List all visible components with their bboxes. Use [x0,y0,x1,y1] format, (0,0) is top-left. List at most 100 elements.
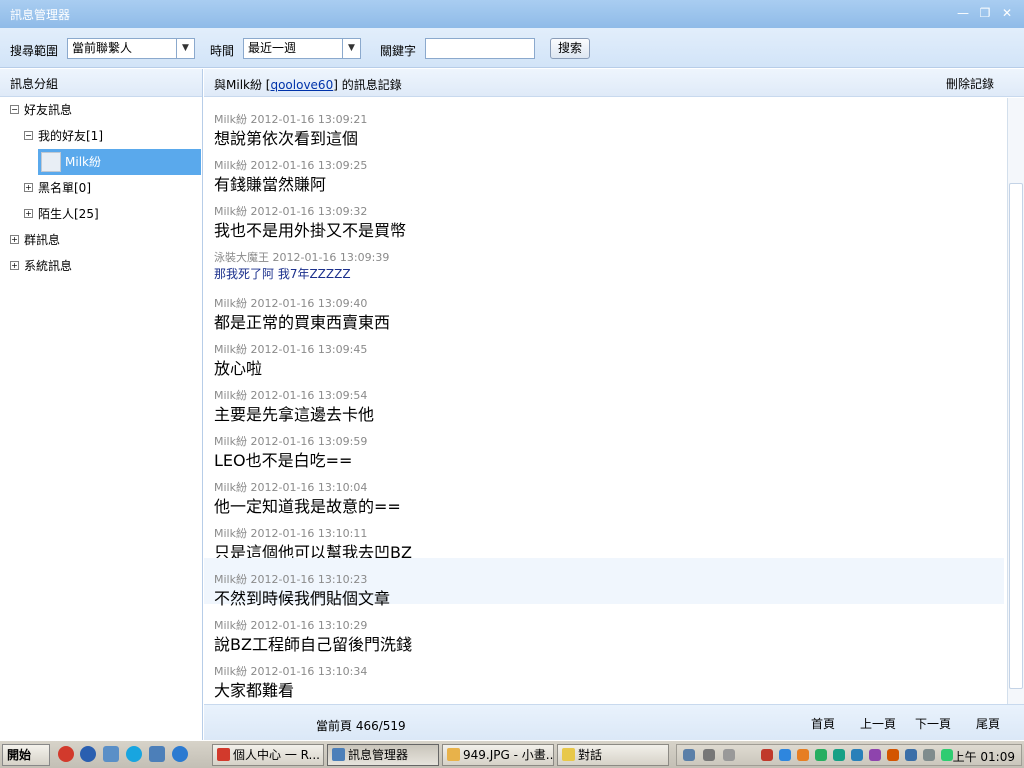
group-tree: − 好友訊息 − 我的好友[1] Milk紛 + 黑名單[0] + 陌生人[25… [0,97,202,279]
tree-label: 陌生人[25] [38,207,99,221]
message-item: Milk紛 2012-01-16 13:10:29 說BZ工程師自己留後門洗錢 [204,604,1004,654]
message-text: 那我死了阿 我7年ZZZZZ [214,267,351,281]
taskbar: 開始 個人中心 一 R... 訊息管理器 949.JPG - 小畫... 對話 … [0,740,1024,768]
message-sender: 泳裝大魔王 [214,251,269,264]
last-page-button[interactable]: 尾頁 [976,715,1000,732]
keyword-label: 關鍵字 [380,44,417,58]
message-item: Milk紛 2012-01-16 13:10:34 大家都難看 [204,650,1004,700]
message-item: Milk紛 2012-01-16 13:10:11 只是這個他可以幫我去凹BZ [204,512,1004,562]
expand-icon[interactable]: + [10,235,19,244]
tree-node-blacklist[interactable]: + 黑名單[0] [0,175,202,201]
tree-label: 黑名單[0] [38,181,91,195]
tree-node-my-friends[interactable]: − 我的好友[1] [0,123,202,149]
scope-select[interactable]: 當前聯繫人 ▼ [67,38,195,59]
history-title-prefix: 與Milk紛 [ [214,78,271,92]
next-page-button[interactable]: 下一頁 [915,715,951,732]
message-item: Milk紛 2012-01-16 13:09:59 LEO也不是白吃== [204,420,1004,470]
start-button[interactable]: 開始 [2,744,50,766]
tray-icon[interactable] [815,749,827,761]
message-time: 2012-01-16 13:09:39 [272,251,390,264]
tree-node-system[interactable]: + 系統訊息 [0,253,202,279]
tray-icon[interactable] [683,749,695,761]
tree-node-contact[interactable]: Milk紛 [0,149,202,175]
expand-icon[interactable]: + [24,209,33,218]
first-page-button[interactable]: 首頁 [811,715,835,732]
tray-icon[interactable] [723,749,735,761]
tray-icon[interactable] [869,749,881,761]
system-tray: 上午 01:09 [676,744,1022,766]
tree-label: 系統訊息 [24,259,73,273]
tray-icon[interactable] [905,749,917,761]
tray-icon[interactable] [797,749,809,761]
chrome-icon [217,748,230,761]
task-button-active[interactable]: 訊息管理器 [327,744,439,766]
time-label: 時間 [210,44,235,58]
close-icon[interactable]: ✕ [1000,6,1014,20]
contact-name: Milk紛 [65,155,101,169]
chrome-icon[interactable] [58,746,74,762]
app-icon[interactable] [103,746,119,762]
history-pane: 與Milk紛 [qoolove60] 的訊息記錄 刪除記錄 Milk紛 2012… [204,69,1024,740]
tray-icon[interactable] [761,749,773,761]
media-player-icon[interactable] [80,746,96,762]
tray-icon[interactable] [851,749,863,761]
task-button[interactable]: 個人中心 一 R... [212,744,324,766]
folder-icon [562,748,575,761]
prev-page-button[interactable]: 上一頁 [860,715,896,732]
tray-icon[interactable] [887,749,899,761]
delete-records-button[interactable]: 刪除記錄 [946,75,994,92]
task-label: 訊息管理器 [348,748,409,762]
restore-icon[interactable]: ❐ [978,6,992,20]
time-select[interactable]: 最近一週 ▼ [243,38,361,59]
message-item: Milk紛 2012-01-16 13:09:45 放心啦 [204,328,1004,378]
start-label: 開始 [7,748,32,762]
vertical-scrollbar[interactable] [1007,98,1024,704]
tree-node-strangers[interactable]: + 陌生人[25] [0,201,202,227]
message-manager-window: 訊息管理器 — ❐ ✕ 搜尋範圍 當前聯繫人 ▼ 時間 最近一週 ▼ 關鍵字 搜… [0,0,1024,740]
tray-icon[interactable] [833,749,845,761]
tree-node-friends[interactable]: − 好友訊息 [0,97,202,123]
tray-icon[interactable] [779,749,791,761]
task-button[interactable]: 949.JPG - 小畫... [442,744,554,766]
tray-icon[interactable] [703,749,715,761]
time-value: 最近一週 [248,41,297,55]
search-button[interactable]: 搜索 [550,38,590,59]
collapse-icon[interactable]: − [24,131,33,140]
chevron-down-icon[interactable]: ▼ [176,39,194,58]
ie-icon[interactable] [172,746,188,762]
expand-icon[interactable]: + [10,261,19,270]
tray-icon[interactable] [923,749,935,761]
task-label: 949.JPG - 小畫... [463,748,554,762]
message-item: Milk紛 2012-01-16 13:09:40 都是正常的買東西賣東西 [204,282,1004,332]
message-item: Milk紛 2012-01-16 13:09:32 我也不是用外掛又不是買幣 [204,190,1004,240]
title-bar: 訊息管理器 — ❐ ✕ [0,0,1024,28]
scope-value: 當前聯繫人 [72,41,133,55]
search-toolbar: 搜尋範圍 當前聯繫人 ▼ 時間 最近一週 ▼ 關鍵字 搜索 [0,28,1024,68]
selected-contact[interactable]: Milk紛 [38,149,201,175]
message-item: Milk紛 2012-01-16 13:10:04 他一定知道我是故意的== [204,466,1004,516]
contact-id-link[interactable]: qoolove60 [270,78,333,92]
keyword-input[interactable] [425,38,535,59]
history-header: 與Milk紛 [qoolove60] 的訊息記錄 刪除記錄 [204,69,1024,97]
messenger-icon[interactable] [149,746,165,762]
task-button[interactable]: 對話 [557,744,669,766]
chevron-down-icon[interactable]: ▼ [342,39,360,58]
tray-icon[interactable] [941,749,953,761]
message-item: 泳裝大魔王 2012-01-16 13:09:39 那我死了阿 我7年ZZZZZ [204,236,1004,282]
clock[interactable]: 上午 01:09 [953,748,1015,765]
page-indicator: 當前頁 466/519 [316,719,406,733]
task-label: 對話 [578,748,603,762]
group-sidebar: 訊息分組 − 好友訊息 − 我的好友[1] Milk紛 + 黑名單[0] + 陌… [0,69,203,740]
scope-label: 搜尋範圍 [10,44,59,58]
skype-icon[interactable] [126,746,142,762]
messenger-icon [332,748,345,761]
history-title: 與Milk紛 [qoolove60] 的訊息記錄 [214,76,402,93]
expand-icon[interactable]: + [24,183,33,192]
minimize-icon[interactable]: — [956,6,970,20]
collapse-icon[interactable]: − [10,105,19,114]
scrollbar-thumb[interactable] [1009,183,1023,689]
message-item: Milk紛 2012-01-16 13:09:54 主要是先拿這邊去卡他 [204,374,1004,424]
tree-label: 群訊息 [24,233,61,247]
tree-node-groups[interactable]: + 群訊息 [0,227,202,253]
message-list: Milk紛 2012-01-16 13:09:21 想說第依次看到這個 Milk紛… [204,98,1004,704]
